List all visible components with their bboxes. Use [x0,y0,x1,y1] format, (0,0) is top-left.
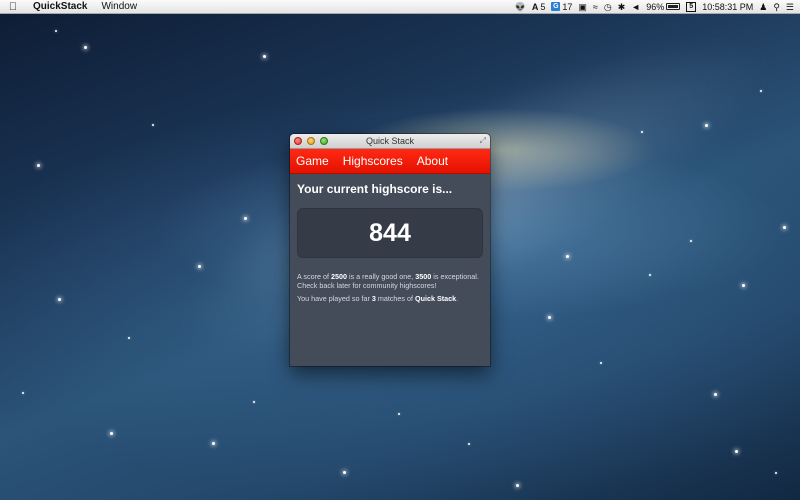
star [566,255,569,258]
display-icon[interactable]: ▣ [578,0,587,14]
star [253,401,255,403]
g-icon: G [551,2,561,11]
star [37,164,40,167]
window-titlebar[interactable]: Quick Stack ⤢ [290,134,490,149]
matches-info-paragraph: You have played so far 3 matches of Quic… [297,294,483,303]
alien-icon[interactable]: 👽 [515,0,526,14]
nav-about[interactable]: About [417,149,448,173]
minimize-button[interactable] [307,137,315,145]
highscore-heading: Your current highscore is... [297,182,453,196]
status-area: 👽 A 5 G 17 ▣ ≈ ◷ ✱ ◄ 96% 5 10:58:31 PM ♟… [515,0,800,14]
zoom-button[interactable] [320,137,328,145]
info-text-part: is a really good one, [346,272,416,281]
g-count: 17 [562,1,573,12]
info-text-part: You have played so far [297,294,372,303]
star [735,450,738,453]
star [343,471,346,474]
star [198,265,201,268]
nav-game[interactable]: Game [296,149,329,173]
info-text: A score of 2500 is a really good one, 35… [297,272,483,303]
star [742,284,745,287]
exceptional-score-value: 3500 [415,272,432,281]
star [84,46,87,49]
user-icon[interactable]: ♟ [759,0,767,14]
menu-bar:  QuickStack Window 👽 A 5 G 17 ▣ ≈ ◷ ✱ ◄… [0,0,800,14]
star [398,413,400,415]
g-status[interactable]: G 17 [551,0,572,14]
adobe-count: 5 [540,1,546,12]
star [128,337,130,339]
apple-icon[interactable]:  [0,1,26,13]
quickstack-window: Quick Stack ⤢ Game Highscores About Your… [290,134,490,366]
battery-icon [666,3,681,10]
highscore-value: 844 [297,208,483,258]
star [244,217,247,220]
star [690,240,692,242]
star [58,298,61,301]
star [110,432,113,435]
nav-highscores[interactable]: Highscores [343,149,403,173]
info-text-part: . [456,294,459,303]
star [152,124,154,126]
close-button[interactable] [294,137,302,145]
star [263,55,266,58]
star [775,472,777,474]
menu-app-name[interactable]: QuickStack [26,0,94,14]
notification-center-icon[interactable]: ☰ [786,0,794,14]
star [600,362,602,364]
star [641,131,643,133]
main-content: Your current highscore is... 844 A score… [290,174,490,313]
score-info-paragraph: A score of 2500 is a really good one, 35… [297,272,483,290]
star [468,443,470,445]
fullscreen-icon[interactable]: ⤢ [480,137,486,145]
star [705,124,708,127]
star [212,442,215,445]
input-source-icon[interactable]: 5 [686,1,697,12]
star [783,226,786,229]
adobe-status[interactable]: A 5 [532,0,546,14]
bluetooth-icon[interactable]: ✱ [618,0,626,14]
star [649,274,651,276]
star [714,393,717,396]
star [22,392,24,394]
window-title: Quick Stack [365,136,414,146]
star [760,90,762,92]
battery-percent: 96% [646,1,665,12]
good-score-value: 2500 [330,272,347,281]
volume-icon[interactable]: ◄ [631,0,640,14]
game-name: Quick Stack [415,294,457,303]
desktop:  QuickStack Window 👽 A 5 G 17 ▣ ≈ ◷ ✱ ◄… [0,0,800,500]
info-text-part: matches of [375,294,416,303]
menu-window[interactable]: Window [94,0,144,14]
adobe-icon: A [531,1,539,12]
star [516,484,519,487]
battery-status[interactable]: 96% [646,0,681,14]
clock-icon[interactable]: ◷ [604,0,612,14]
star [548,316,551,319]
nav-bar: Game Highscores About [290,149,490,174]
wifi-icon[interactable]: ≈ [593,0,598,14]
menubar-clock[interactable]: 10:58:31 PM [702,0,753,14]
spotlight-search-icon[interactable]: ⚲ [773,0,780,14]
star [55,30,57,32]
info-text-part: A score of [297,272,331,281]
